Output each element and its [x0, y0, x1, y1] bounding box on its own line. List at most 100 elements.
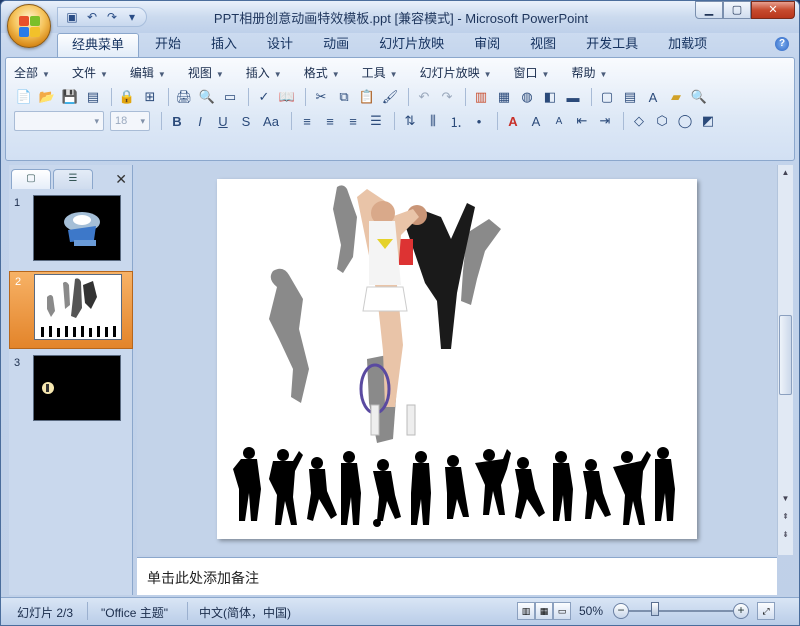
- align-center-icon[interactable]: ≡: [320, 111, 340, 131]
- menu-item-7[interactable]: 幻灯片放映 ▼: [420, 64, 492, 81]
- shadow-icon[interactable]: S: [236, 111, 256, 131]
- next-slide-icon[interactable]: ⇟: [778, 527, 793, 543]
- quick-styles-icon[interactable]: ◯: [675, 111, 695, 131]
- notes-pane[interactable]: 单击此处添加备注: [137, 557, 777, 595]
- open-folder-icon[interactable]: 📂: [37, 87, 57, 107]
- grow-font-icon[interactable]: A: [526, 111, 546, 131]
- tab-5[interactable]: 幻灯片放映: [365, 33, 458, 57]
- bullets-icon[interactable]: •: [469, 111, 489, 131]
- tab-9[interactable]: 加载项: [654, 33, 721, 57]
- numbering-icon[interactable]: ⒈: [446, 111, 466, 131]
- menu-item-9[interactable]: 帮助 ▼: [571, 64, 607, 81]
- research-icon[interactable]: 📖: [277, 87, 297, 107]
- qat-customize-icon[interactable]: ▾: [124, 9, 140, 25]
- tab-4[interactable]: 动画: [309, 33, 363, 57]
- normal-view-icon[interactable]: ▥: [517, 602, 535, 620]
- menu-item-2[interactable]: 编辑 ▼: [130, 64, 166, 81]
- print-preview-icon[interactable]: 🔍: [197, 87, 217, 107]
- columns-icon[interactable]: ⫼: [423, 111, 443, 131]
- undo-icon[interactable]: ↶: [84, 9, 100, 25]
- new-slide-icon[interactable]: ▢: [597, 87, 617, 107]
- tab-3[interactable]: 设计: [253, 33, 307, 57]
- slide-show-icon[interactable]: ▭: [220, 87, 240, 107]
- increase-indent-icon[interactable]: ⇥: [595, 111, 615, 131]
- print-icon[interactable]: 🖨: [174, 87, 194, 107]
- arrange-icon[interactable]: ⬡: [652, 111, 672, 131]
- zoom-slider-track[interactable]: [629, 610, 733, 612]
- insert-globe-icon[interactable]: ◍: [517, 87, 537, 107]
- zoom-in-icon[interactable]: +: [733, 603, 749, 619]
- insert-table-icon[interactable]: ▦: [494, 87, 514, 107]
- scroll-up-icon[interactable]: ▲: [778, 165, 793, 181]
- slide-show-view-icon[interactable]: ▭: [553, 602, 571, 620]
- shapes-icon[interactable]: ◇: [629, 111, 649, 131]
- italic-icon[interactable]: I: [190, 111, 210, 131]
- font-size-combo[interactable]: 18: [110, 111, 150, 131]
- save-disk-icon[interactable]: 💾: [60, 87, 80, 107]
- slide-thumbnail-1[interactable]: 1: [9, 193, 133, 271]
- zoom-out-icon[interactable]: −: [613, 603, 629, 619]
- tab-6[interactable]: 审阅: [460, 33, 514, 57]
- tab-outline[interactable]: ☰: [53, 169, 93, 189]
- copy-icon[interactable]: ⧉: [334, 87, 354, 107]
- fill-color-icon[interactable]: ▬: [563, 87, 583, 107]
- zoom-level[interactable]: 50%: [579, 604, 603, 618]
- insert-chart-icon[interactable]: ▥: [471, 87, 491, 107]
- shrink-font-icon[interactable]: A: [549, 111, 569, 131]
- close-button[interactable]: ✕: [751, 1, 795, 19]
- save-icon[interactable]: ▣: [64, 9, 80, 25]
- change-case-icon[interactable]: Aa: [259, 111, 283, 131]
- slide-sorter-view-icon[interactable]: ▦: [535, 602, 553, 620]
- layout-icon[interactable]: ▤: [620, 87, 640, 107]
- menu-item-4[interactable]: 插入 ▼: [246, 64, 282, 81]
- maximize-button[interactable]: ▢: [723, 1, 751, 19]
- office-button[interactable]: [7, 4, 51, 48]
- tab-8[interactable]: 开发工具: [572, 33, 652, 57]
- minimize-button[interactable]: ▁: [695, 1, 723, 19]
- redo-icon[interactable]: ↷: [104, 9, 120, 25]
- underline-icon[interactable]: U: [213, 111, 233, 131]
- font-name-combo[interactable]: [14, 111, 104, 131]
- redo-toolbar-icon[interactable]: ↷: [437, 87, 457, 107]
- slide-thumbnail-3[interactable]: 3: [9, 353, 133, 431]
- tab-7[interactable]: 视图: [516, 33, 570, 57]
- zoom-slider-knob[interactable]: [651, 602, 659, 616]
- menu-item-1[interactable]: 文件 ▼: [72, 64, 108, 81]
- permission-icon[interactable]: 🔒: [117, 87, 137, 107]
- color-grayscale-icon[interactable]: ◧: [540, 87, 560, 107]
- current-slide[interactable]: [217, 179, 697, 539]
- pdf-icon[interactable]: ▤: [83, 87, 103, 107]
- shape-fill-icon[interactable]: ◩: [698, 111, 718, 131]
- cut-icon[interactable]: ✂: [311, 87, 331, 107]
- menu-item-6[interactable]: 工具 ▼: [362, 64, 398, 81]
- fit-to-window-icon[interactable]: ⤢: [757, 602, 775, 620]
- decrease-indent-icon[interactable]: ⇤: [572, 111, 592, 131]
- previous-slide-icon[interactable]: ⇞: [778, 509, 793, 525]
- new-document-icon[interactable]: 📄: [14, 87, 34, 107]
- zoom-icon[interactable]: 🔍: [689, 87, 709, 107]
- tab-slides[interactable]: ▢: [11, 169, 51, 189]
- text-direction-icon[interactable]: ⇅: [400, 111, 420, 131]
- tab-0[interactable]: 经典菜单: [57, 33, 140, 57]
- slide-thumbnail-2[interactable]: 2: [9, 271, 133, 349]
- text-box-icon[interactable]: A: [643, 87, 663, 107]
- align-right-icon[interactable]: ≡: [343, 111, 363, 131]
- font-color-icon[interactable]: A: [503, 111, 523, 131]
- help-icon[interactable]: ?: [775, 37, 789, 51]
- menu-item-5[interactable]: 格式 ▼: [304, 64, 340, 81]
- language[interactable]: 中文(简体，中国): [199, 604, 291, 621]
- tab-1[interactable]: 开始: [141, 33, 195, 57]
- justify-icon[interactable]: ☰: [366, 111, 386, 131]
- menu-item-0[interactable]: 全部 ▼: [14, 64, 50, 81]
- vertical-scrollbar[interactable]: ▲ ▼ ⇞ ⇟: [777, 165, 793, 555]
- align-left-icon[interactable]: ≡: [297, 111, 317, 131]
- folder-icon[interactable]: ▰: [666, 87, 686, 107]
- tab-2[interactable]: 插入: [197, 33, 251, 57]
- paste-icon[interactable]: 📋: [357, 87, 377, 107]
- bold-icon[interactable]: B: [167, 111, 187, 131]
- scroll-thumb[interactable]: [779, 315, 792, 395]
- menu-item-8[interactable]: 窗口 ▼: [514, 64, 550, 81]
- spelling-icon[interactable]: ✓: [254, 87, 274, 107]
- format-painter-icon[interactable]: 🖌: [380, 87, 400, 107]
- menu-item-3[interactable]: 视图 ▼: [188, 64, 224, 81]
